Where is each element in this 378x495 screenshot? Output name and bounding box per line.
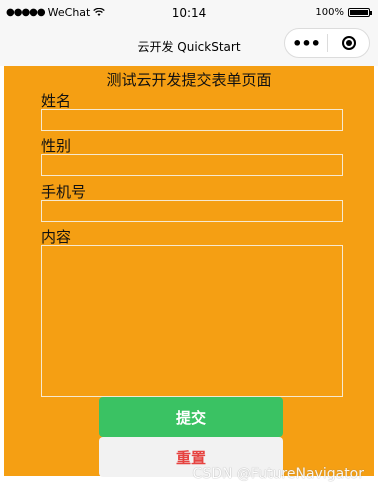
phone-input[interactable] xyxy=(41,200,343,222)
phone-label: 手机号 xyxy=(41,183,87,201)
content-label: 内容 xyxy=(41,228,72,246)
name-input[interactable] xyxy=(41,109,343,131)
submit-button[interactable]: 提交 xyxy=(99,397,283,437)
status-bar: ●●●●● WeChat 10:14 100% xyxy=(0,0,378,28)
target-circle-icon xyxy=(341,36,356,50)
mini-program-capsule: ••• xyxy=(284,28,370,58)
watermark: CSDN @FutureNavigator xyxy=(192,466,364,482)
more-dots-icon[interactable]: ••• xyxy=(285,34,327,53)
battery-icon xyxy=(348,8,372,17)
content-textarea[interactable] xyxy=(41,245,343,397)
battery-level xyxy=(350,10,368,15)
nav-bar: 云开发 QuickStart ••• xyxy=(0,28,378,66)
gender-label: 性别 xyxy=(41,137,72,155)
battery-percent: 100% xyxy=(315,7,344,18)
name-label: 姓名 xyxy=(41,92,72,110)
gender-input[interactable] xyxy=(41,154,343,176)
form-title: 测试云开发提交表单页面 xyxy=(106,71,272,89)
close-button[interactable] xyxy=(328,36,369,50)
status-right: 100% xyxy=(315,7,372,18)
